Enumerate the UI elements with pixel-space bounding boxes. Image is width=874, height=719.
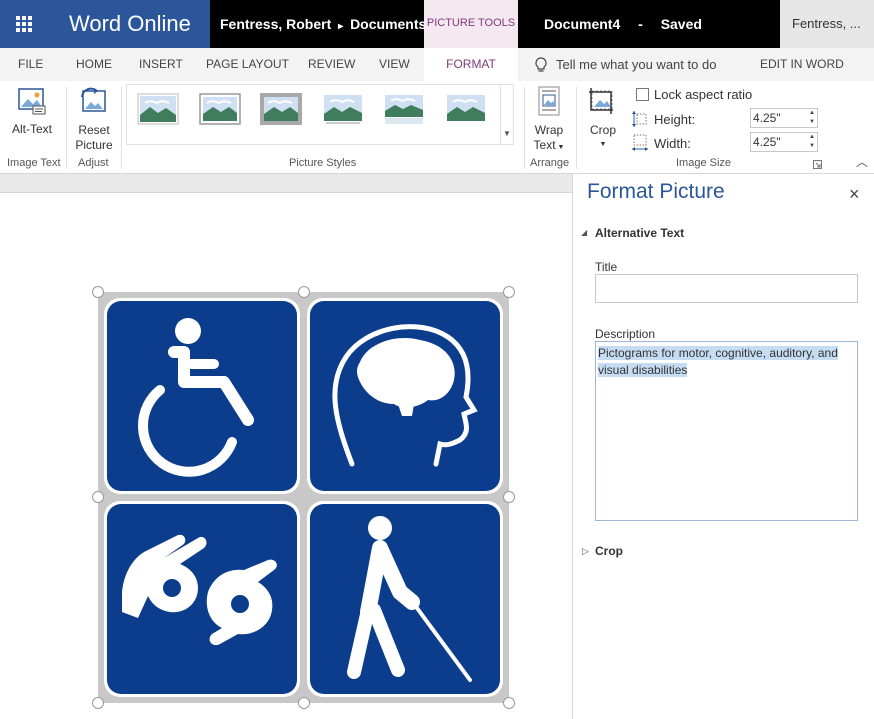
description-field-label: Description — [595, 327, 656, 341]
height-icon — [632, 111, 647, 127]
tab-format[interactable]: FORMAT — [424, 48, 518, 81]
ribbon-divider — [524, 87, 525, 169]
crop-section-header[interactable]: Crop — [595, 544, 623, 558]
resize-handle-left[interactable] — [92, 491, 104, 503]
picture-styles-gallery: ▼ — [126, 84, 514, 145]
picture-style-option-selected[interactable] — [260, 93, 302, 125]
breadcrumb-separator-icon: ▸ — [338, 21, 344, 32]
resize-handle-right[interactable] — [503, 491, 515, 503]
ribbon-divider — [121, 87, 122, 169]
tab-view[interactable]: VIEW — [379, 48, 410, 81]
width-icon — [632, 134, 648, 151]
crop-button[interactable]: Crop ▼ — [582, 85, 624, 153]
picture-style-option[interactable] — [137, 93, 179, 125]
title-field-label: Title — [595, 260, 618, 274]
resize-handle-top[interactable] — [298, 286, 310, 298]
group-arrange-label: Arrange — [530, 157, 570, 169]
wrap-text-icon — [538, 86, 560, 116]
edit-in-word-button[interactable]: EDIT IN WORD — [760, 48, 844, 81]
resize-handle-top-right[interactable] — [503, 286, 515, 298]
tab-home[interactable]: HOME — [76, 48, 112, 81]
alt-title-input[interactable] — [595, 274, 858, 303]
tell-me-search[interactable]: Tell me what you want to do — [534, 48, 716, 81]
ribbon-divider — [66, 87, 67, 169]
chevron-down-icon: ▼ — [503, 129, 511, 138]
picture-tools-context-label: PICTURE TOOLS — [424, 0, 518, 48]
expanded-triangle-icon[interactable]: ◢ — [581, 228, 587, 237]
lock-aspect-ratio-label: Lock aspect ratio — [654, 87, 753, 102]
reset-picture-label-1: Reset — [78, 123, 110, 137]
dialog-launcher-icon[interactable] — [813, 160, 822, 169]
chevron-down-icon: ▼ — [557, 144, 565, 151]
waffle-icon — [16, 16, 32, 32]
pane-title: Format Picture — [587, 180, 725, 203]
collapse-ribbon-icon[interactable]: ︿ — [856, 153, 868, 170]
tab-page-layout[interactable]: PAGE LAYOUT — [206, 48, 289, 81]
crop-label: Crop — [589, 123, 616, 137]
breadcrumb-user[interactable]: Fentress, Robert — [220, 16, 331, 32]
document-name: Document4 — [544, 16, 621, 32]
tab-review[interactable]: REVIEW — [308, 48, 355, 81]
resize-handle-bottom[interactable] — [298, 697, 310, 709]
format-picture-pane: Format Picture × ◢ Alternative Text Titl… — [572, 174, 874, 719]
group-picture-styles-label: Picture Styles — [289, 157, 357, 169]
collapsed-triangle-icon[interactable]: ▷ — [582, 546, 589, 557]
alt-text-button[interactable]: Alt-Text — [4, 85, 60, 140]
selected-picture[interactable] — [92, 286, 515, 709]
width-label: Width: — [654, 136, 691, 151]
reset-picture-icon — [81, 87, 106, 112]
close-icon[interactable]: × — [849, 184, 860, 205]
group-image-size-label: Image Size — [676, 157, 732, 169]
height-label: Height: — [654, 112, 696, 127]
wrap-text-label-1: Wrap — [534, 123, 564, 137]
gallery-more-button[interactable]: ▼ — [500, 85, 513, 144]
alt-description-textarea[interactable]: Pictograms for motor, cognitive, auditor… — [595, 341, 858, 521]
alt-text-label: Alt-Text — [11, 122, 52, 136]
width-value: 4.25" — [753, 135, 781, 149]
user-account-button[interactable]: Fentress, ... — [780, 0, 874, 48]
reset-picture-button[interactable]: Reset Picture — [70, 85, 118, 153]
resize-handle-bottom-left[interactable] — [92, 697, 104, 709]
resize-handle-bottom-right[interactable] — [503, 697, 515, 709]
group-image-text-label: Image Text — [7, 157, 61, 169]
app-name[interactable]: Word Online — [48, 0, 210, 48]
lightbulb-icon — [535, 56, 547, 72]
resize-handle-top-left[interactable] — [92, 286, 104, 298]
ribbon-divider — [576, 87, 577, 169]
app-launcher-button[interactable] — [0, 0, 48, 48]
wrap-text-label-2: Text ▼ — [533, 138, 565, 152]
spinner-arrows-icon[interactable]: ▲ ▼ — [809, 133, 815, 151]
document-title[interactable]: Document4 - Saved — [544, 0, 702, 48]
chevron-down-icon: ▼ — [599, 141, 607, 148]
height-value: 4.25" — [753, 111, 781, 125]
picture-style-option[interactable] — [199, 93, 241, 125]
save-status: Saved — [660, 16, 702, 32]
reset-picture-label-2: Picture — [75, 138, 113, 152]
ribbon-tab-bar: FILE HOME INSERT PAGE LAYOUT REVIEW VIEW… — [0, 48, 874, 81]
group-adjust-label: Adjust — [78, 157, 109, 169]
tab-insert[interactable]: INSERT — [139, 48, 183, 81]
lock-aspect-ratio-checkbox[interactable] — [636, 88, 649, 101]
tell-me-placeholder: Tell me what you want to do — [556, 57, 717, 72]
wrap-text-button[interactable]: Wrap Text ▼ — [528, 85, 570, 153]
height-input[interactable]: 4.25" ▲ ▼ — [750, 108, 818, 128]
picture-style-option[interactable] — [445, 93, 487, 125]
accessibility-pictograms-image[interactable] — [98, 292, 509, 703]
alt-text-icon — [18, 88, 46, 115]
picture-style-option[interactable] — [383, 93, 425, 125]
ribbon: Alt-Text Image Text Reset Picture Adjust — [0, 81, 874, 174]
breadcrumb: Fentress, Robert ▸ Documents — [220, 0, 426, 48]
picture-style-option[interactable] — [322, 93, 364, 125]
spinner-arrows-icon[interactable]: ▲ ▼ — [809, 109, 815, 127]
document-title-separator: - — [638, 16, 643, 32]
width-input[interactable]: 4.25" ▲ ▼ — [750, 132, 818, 152]
crop-icon — [589, 88, 613, 114]
tab-file[interactable]: FILE — [18, 48, 43, 81]
alt-description-value: Pictograms for motor, cognitive, auditor… — [598, 346, 838, 377]
alternative-text-section-header[interactable]: Alternative Text — [595, 226, 684, 240]
title-bar: Word Online Fentress, Robert ▸ Documents… — [0, 0, 874, 48]
breadcrumb-folder[interactable]: Documents — [350, 16, 426, 32]
